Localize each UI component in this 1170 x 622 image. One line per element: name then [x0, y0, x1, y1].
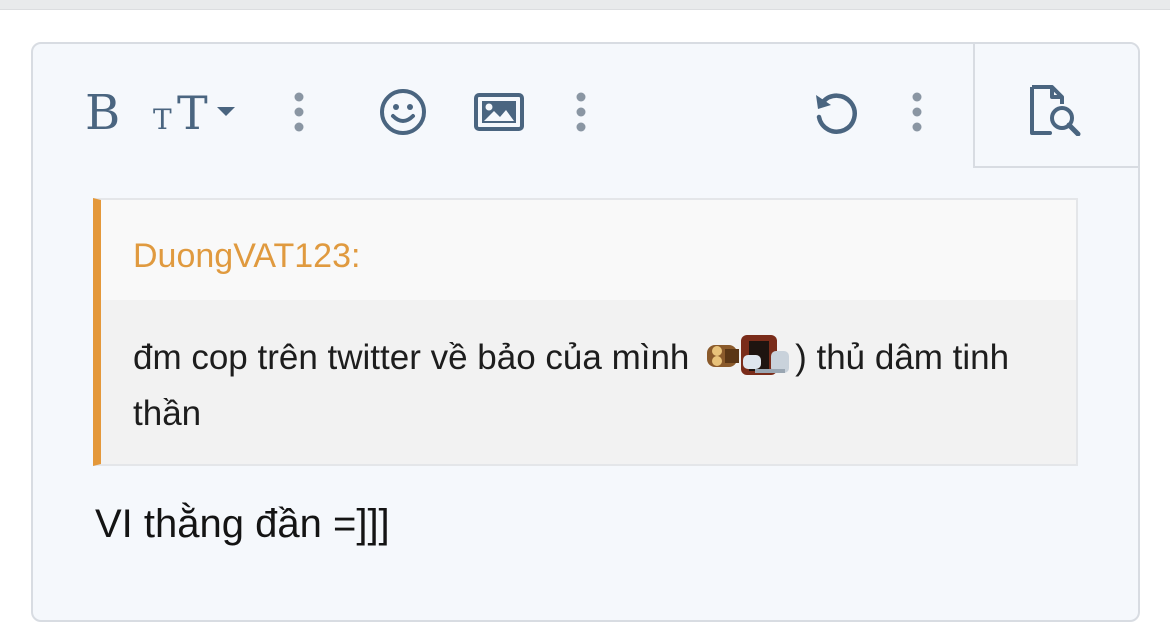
- quote-block[interactable]: DuongVAT123: đm cop trên twitter về bảo …: [93, 198, 1078, 466]
- quote-text: đm cop trên twitter về bảo của mình ) th…: [133, 330, 1053, 442]
- reply-text[interactable]: VI thằng đần =]]]: [95, 500, 390, 548]
- preview-icon: [1026, 84, 1086, 136]
- more-insert-button[interactable]: [569, 82, 593, 142]
- image-icon: [474, 92, 524, 132]
- bold-icon: B: [83, 89, 123, 135]
- quote-author[interactable]: DuongVAT123:: [133, 236, 360, 276]
- text-size-button[interactable]: T T: [149, 82, 245, 142]
- vertical-ellipsis-icon: [576, 92, 586, 132]
- more-options-button[interactable]: [287, 82, 311, 142]
- quote-body: đm cop trên twitter về bảo của mình ) th…: [101, 300, 1076, 464]
- emoticon-image: [705, 331, 793, 379]
- vertical-ellipsis-icon: [294, 92, 304, 132]
- undo-icon: [810, 87, 860, 137]
- top-bar: [0, 0, 1170, 10]
- svg-text:B: B: [85, 89, 120, 135]
- smilies-button[interactable]: [373, 82, 433, 142]
- editor-toolbar: B T T: [33, 44, 973, 166]
- insert-image-button[interactable]: [469, 82, 529, 142]
- undo-button[interactable]: [805, 82, 865, 142]
- more-actions-button[interactable]: [905, 82, 929, 142]
- preview-toggle-area: [973, 44, 1138, 168]
- smiley-icon: [379, 88, 427, 136]
- text-size-icon: T T: [151, 89, 243, 135]
- preview-button[interactable]: [1021, 80, 1091, 140]
- vertical-ellipsis-icon: [912, 92, 922, 132]
- rich-text-editor[interactable]: B T T DuongVAT123: đm cop trên twitter v…: [31, 42, 1140, 622]
- bold-button[interactable]: B: [77, 82, 129, 142]
- quote-text-start: đm cop trên twitter về bảo của mình: [133, 338, 700, 377]
- quote-header: DuongVAT123:: [101, 200, 1076, 300]
- svg-text:T: T: [153, 103, 172, 135]
- svg-text:T: T: [177, 89, 208, 135]
